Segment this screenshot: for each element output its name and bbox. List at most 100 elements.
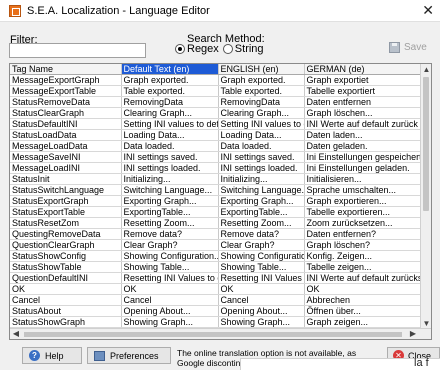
table-cell[interactable]: StatusDefaultINI bbox=[10, 118, 122, 130]
table-cell[interactable]: StatusShowTable bbox=[10, 261, 122, 273]
table-row[interactable]: StatusShowConfig Showing Configuration...… bbox=[10, 250, 423, 262]
table-cell[interactable]: Graph löschen? bbox=[304, 239, 423, 251]
table-cell[interactable]: Graph exportiet bbox=[304, 74, 423, 86]
table-cell[interactable]: Data loaded. bbox=[218, 140, 305, 152]
table-cell[interactable]: Showing Table... bbox=[121, 261, 219, 273]
table-row[interactable]: MessageExportTable Table exported. Table e… bbox=[10, 85, 423, 97]
table-cell[interactable]: MessageLoadData bbox=[10, 140, 122, 152]
language-table[interactable]: Tag Name Default Text (en) ENGLISH (en) … bbox=[9, 63, 432, 340]
table-cell[interactable]: Showing Table... bbox=[218, 261, 305, 273]
scroll-left-icon[interactable]: ◀ bbox=[11, 329, 21, 339]
table-row[interactable]: StatusInit Initializing... Initializing...… bbox=[10, 173, 423, 185]
table-cell[interactable]: Clear Graph? bbox=[121, 239, 219, 251]
table-cell[interactable]: StatusRemoveData bbox=[10, 96, 122, 108]
table-cell[interactable]: Tabelle zeigen... bbox=[304, 261, 423, 273]
table-cell[interactable]: OK bbox=[10, 283, 122, 295]
table-cell[interactable]: ExportingTable... bbox=[121, 206, 219, 218]
table-cell[interactable]: Exporting Graph... bbox=[218, 195, 305, 207]
horizontal-scroll-thumb[interactable] bbox=[24, 332, 402, 337]
table-cell[interactable]: Öffnen über... bbox=[304, 305, 423, 317]
table-cell[interactable]: Tabelle exportieren... bbox=[304, 206, 423, 218]
window-close-icon[interactable]: ✕ bbox=[422, 2, 434, 19]
table-cell[interactable]: Resetting INI Values to default? bbox=[218, 272, 305, 284]
table-cell[interactable]: Resetting INI Values to default? bbox=[121, 272, 219, 284]
table-cell[interactable]: Ini Einstellungen geladen. bbox=[304, 162, 423, 174]
table-cell[interactable]: Switching Language... bbox=[218, 184, 305, 196]
table-cell[interactable]: Cancel bbox=[218, 294, 305, 306]
table-cell[interactable]: Table exported. bbox=[121, 85, 219, 97]
save-button[interactable]: Save bbox=[389, 42, 427, 53]
table-cell[interactable]: Resetting Zoom... bbox=[218, 217, 305, 229]
table-cell[interactable]: Ini Einstellungen gespeichert bbox=[304, 151, 423, 163]
scroll-up-icon[interactable]: ▲ bbox=[421, 65, 431, 75]
table-cell[interactable]: Sprache umschalten... bbox=[304, 184, 423, 196]
table-row[interactable]: StatusExportGraph Exporting Graph... Expor… bbox=[10, 195, 423, 207]
table-cell[interactable]: RemovingData bbox=[121, 96, 219, 108]
table-cell[interactable]: Showing Graph... bbox=[218, 316, 305, 328]
table-cell[interactable]: OK bbox=[218, 283, 305, 295]
table-cell[interactable]: Exporting Graph... bbox=[121, 195, 219, 207]
filter-input[interactable] bbox=[9, 43, 146, 58]
table-cell[interactable]: StatusExportTable bbox=[10, 206, 122, 218]
table-row[interactable]: MessageExportGraph Graph exported. Graph e… bbox=[10, 74, 423, 86]
table-row[interactable]: StatusClearGraph Clearing Graph... Clearin… bbox=[10, 107, 423, 119]
table-cell[interactable]: INI settings saved. bbox=[218, 151, 305, 163]
table-row[interactable]: Cancel Cancel Cancel Abbrechen bbox=[10, 294, 423, 306]
table-cell[interactable]: INI settings loaded. bbox=[218, 162, 305, 174]
vertical-scrollbar[interactable]: ▲ ▼ bbox=[420, 64, 431, 330]
table-row[interactable]: StatusShowTable Showing Table... Showing T… bbox=[10, 261, 423, 273]
table-cell[interactable]: StatusLoadData bbox=[10, 129, 122, 141]
string-radio-indicator[interactable] bbox=[222, 44, 233, 54]
regex-radio-indicator[interactable] bbox=[175, 44, 185, 54]
table-cell[interactable]: Daten entfernen bbox=[304, 96, 423, 108]
regex-radio[interactable]: Regex bbox=[175, 43, 219, 55]
table-cell[interactable]: StatusInit bbox=[10, 173, 122, 185]
table-cell[interactable]: MessageExportTable bbox=[10, 85, 122, 97]
table-cell[interactable]: Daten entfernen? bbox=[304, 228, 423, 240]
table-cell[interactable]: Showing Configuration... bbox=[218, 250, 305, 262]
table-cell[interactable]: Abbrechen bbox=[304, 294, 423, 306]
scroll-right-icon[interactable]: ▶ bbox=[408, 329, 418, 339]
table-row[interactable]: OK OK OK OK bbox=[10, 283, 423, 295]
table-cell[interactable]: MessageExportGraph bbox=[10, 74, 122, 86]
table-cell[interactable]: Loading Data... bbox=[218, 129, 305, 141]
table-cell[interactable]: MessageSaveINI bbox=[10, 151, 122, 163]
table-cell[interactable]: StatusResetZom bbox=[10, 217, 122, 229]
string-radio[interactable]: String bbox=[222, 43, 264, 55]
vertical-scroll-thumb[interactable] bbox=[423, 77, 429, 211]
table-row[interactable]: StatusSwitchLanguage Switching Language..… bbox=[10, 184, 423, 196]
table-cell[interactable]: Opening About... bbox=[218, 305, 305, 317]
table-cell[interactable]: Initializing... bbox=[121, 173, 219, 185]
table-cell[interactable]: Graph löschen... bbox=[304, 107, 423, 119]
preferences-button[interactable]: Preferences bbox=[87, 347, 171, 364]
table-row[interactable]: QuestingRemoveData Remove data? Remove dat… bbox=[10, 228, 423, 240]
table-cell[interactable]: Remove data? bbox=[218, 228, 305, 240]
table-cell[interactable]: QuestionDefaultINI bbox=[10, 272, 122, 284]
table-cell[interactable]: MessageLoadINI bbox=[10, 162, 122, 174]
table-cell[interactable]: Graph exportieren... bbox=[304, 195, 423, 207]
table-row[interactable]: StatusExportTable ExportingTable... Export… bbox=[10, 206, 423, 218]
table-cell[interactable]: Daten geladen. bbox=[304, 140, 423, 152]
column-header-tag-name[interactable]: Tag Name bbox=[10, 64, 122, 75]
table-cell[interactable]: Cancel bbox=[10, 294, 122, 306]
table-cell[interactable]: Showing Configuration... bbox=[121, 250, 219, 262]
table-row[interactable]: MessageSaveINI INI settings saved. INI set… bbox=[10, 151, 423, 163]
table-row[interactable]: QuestionDefaultINI Resetting INI Values t… bbox=[10, 272, 423, 284]
table-row[interactable]: QuestionClearGraph Clear Graph? Clear Grap… bbox=[10, 239, 423, 251]
table-cell[interactable]: StatusExportGraph bbox=[10, 195, 122, 207]
table-cell[interactable]: QuestionClearGraph bbox=[10, 239, 122, 251]
table-cell[interactable]: StatusClearGraph bbox=[10, 107, 122, 119]
table-cell[interactable]: Switching Language... bbox=[121, 184, 219, 196]
table-cell[interactable]: Data loaded. bbox=[121, 140, 219, 152]
table-cell[interactable]: Setting INI values to default bbox=[121, 118, 219, 130]
table-cell[interactable]: INI settings saved. bbox=[121, 151, 219, 163]
column-header-german[interactable]: GERMAN (de) bbox=[304, 64, 423, 75]
table-cell[interactable]: StatusSwitchLanguage bbox=[10, 184, 122, 196]
table-row[interactable]: MessageLoadINI INI settings loaded. INI se… bbox=[10, 162, 423, 174]
table-cell[interactable]: Table exported. bbox=[218, 85, 305, 97]
table-cell[interactable]: Clearing Graph... bbox=[121, 107, 219, 119]
table-cell[interactable]: Clear Graph? bbox=[218, 239, 305, 251]
table-cell[interactable]: Remove data? bbox=[121, 228, 219, 240]
table-cell[interactable]: Tabelle exportiert bbox=[304, 85, 423, 97]
table-cell[interactable]: Zoom zurücksetzen... bbox=[304, 217, 423, 229]
